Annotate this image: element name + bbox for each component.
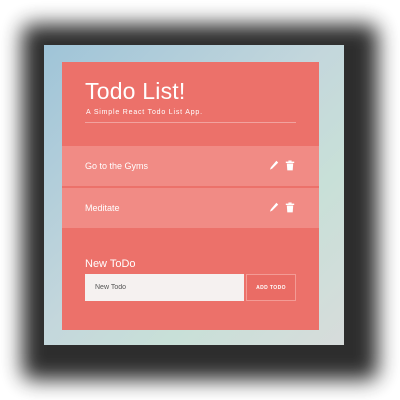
todo-card: Todo List! A Simple React Todo List App.… (62, 62, 319, 330)
app-subtitle: A Simple React Todo List App. (86, 109, 203, 116)
todo-actions (269, 160, 295, 171)
new-todo-input[interactable] (85, 274, 244, 301)
add-todo-button[interactable]: ADD TODO (246, 274, 296, 301)
todo-item: Meditate (62, 188, 319, 228)
todo-actions (269, 202, 295, 213)
trash-icon[interactable] (285, 160, 295, 171)
todo-item: Go to the Gyms (62, 146, 319, 186)
todo-list: Go to the Gyms Meditate (62, 146, 319, 230)
pencil-icon[interactable] (269, 160, 279, 171)
trash-icon[interactable] (285, 202, 295, 213)
todo-text: Go to the Gyms (85, 161, 149, 171)
app-title: Todo List! (85, 78, 186, 104)
header-divider (85, 122, 296, 123)
pencil-icon[interactable] (269, 202, 279, 213)
new-todo-form: ADD TODO (85, 274, 296, 301)
todo-text: Meditate (85, 203, 120, 213)
new-todo-label: New ToDo (85, 258, 136, 270)
